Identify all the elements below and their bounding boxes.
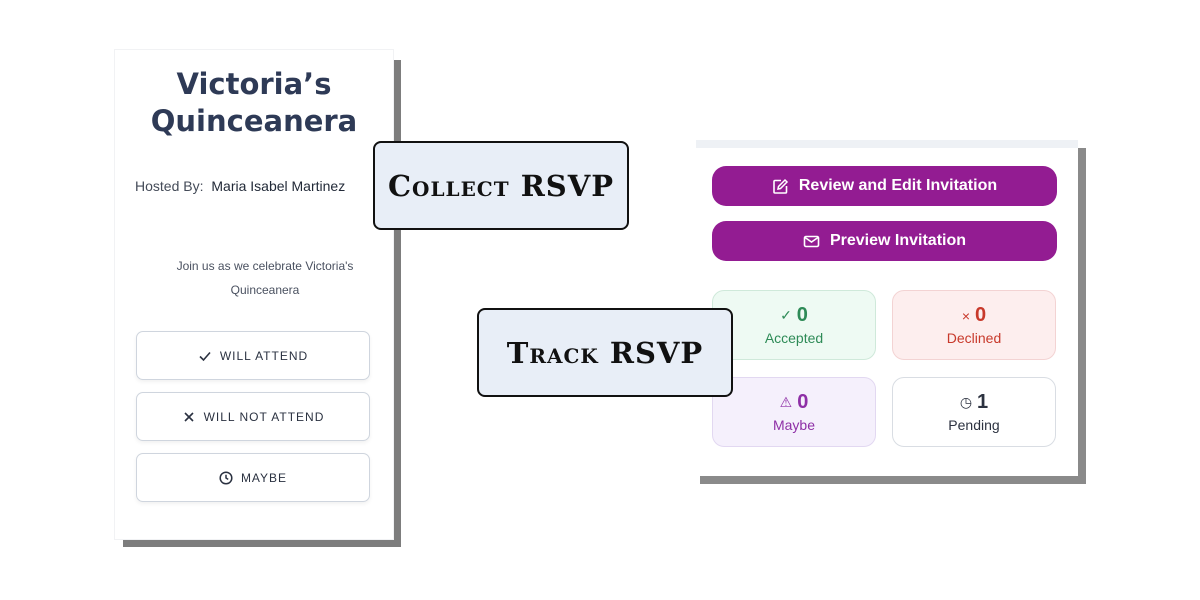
maybe-label: MAYBE bbox=[240, 470, 288, 485]
check-icon: ✓ bbox=[780, 307, 792, 323]
will-attend-label: WILL ATTEND bbox=[219, 348, 309, 363]
preview-invitation-button[interactable]: Preview Invitation bbox=[712, 221, 1057, 261]
event-title: Victoria’s Quinceanera bbox=[150, 67, 358, 138]
declined-label: Declined bbox=[946, 330, 1002, 346]
will-not-attend-button[interactable]: WILL NOT ATTEND bbox=[136, 392, 370, 441]
pending-label: Pending bbox=[948, 417, 1000, 433]
invitation-card: Victoria’s Quinceanera Hosted By: Maria … bbox=[115, 50, 393, 539]
check-icon bbox=[198, 349, 212, 363]
maybe-button[interactable]: MAYBE bbox=[136, 453, 370, 502]
invitation-message: Join us as we celebrate Victoria's Quinc… bbox=[176, 259, 354, 297]
clock-icon bbox=[219, 470, 233, 485]
track-rsvp-label: Track RSVP bbox=[477, 308, 733, 397]
review-edit-label: Review and Edit Invitation bbox=[798, 177, 998, 194]
x-icon: × bbox=[961, 307, 971, 324]
pending-count: 1 bbox=[977, 391, 989, 413]
clock-icon: ◷ bbox=[959, 394, 973, 410]
warning-icon: ⚠ bbox=[779, 394, 793, 410]
edit-icon bbox=[772, 178, 789, 195]
mail-icon bbox=[803, 233, 820, 250]
hosted-by-label: Hosted By: bbox=[135, 178, 204, 194]
accepted-label: Accepted bbox=[764, 330, 824, 346]
will-not-attend-label: WILL NOT ATTEND bbox=[203, 409, 325, 424]
hosted-by: Hosted By: Maria Isabel Martinez bbox=[135, 178, 345, 194]
declined-count: 0 bbox=[975, 304, 987, 326]
accepted-stat[interactable]: ✓ 0 Accepted bbox=[712, 290, 876, 360]
preview-invitation-label: Preview Invitation bbox=[829, 232, 967, 249]
pending-stat[interactable]: ◷ 1 Pending bbox=[892, 377, 1056, 447]
maybe-count: 0 bbox=[797, 391, 809, 413]
collect-rsvp-label: Collect RSVP bbox=[373, 141, 629, 230]
will-attend-button[interactable]: WILL ATTEND bbox=[136, 331, 370, 380]
maybe-stat[interactable]: ⚠ 0 Maybe bbox=[712, 377, 876, 447]
declined-stat[interactable]: × 0 Declined bbox=[892, 290, 1056, 360]
x-icon bbox=[182, 410, 196, 424]
rsvp-dashboard-card: Review and Edit Invitation Preview Invit… bbox=[696, 140, 1078, 476]
collect-rsvp-text: Collect RSVP bbox=[387, 168, 615, 203]
maybe-stat-label: Maybe bbox=[772, 417, 816, 433]
review-edit-invitation-button[interactable]: Review and Edit Invitation bbox=[712, 166, 1057, 206]
host-name: Maria Isabel Martinez bbox=[211, 178, 346, 194]
track-rsvp-text: Track RSVP bbox=[506, 335, 704, 370]
accepted-count: 0 bbox=[796, 304, 808, 326]
